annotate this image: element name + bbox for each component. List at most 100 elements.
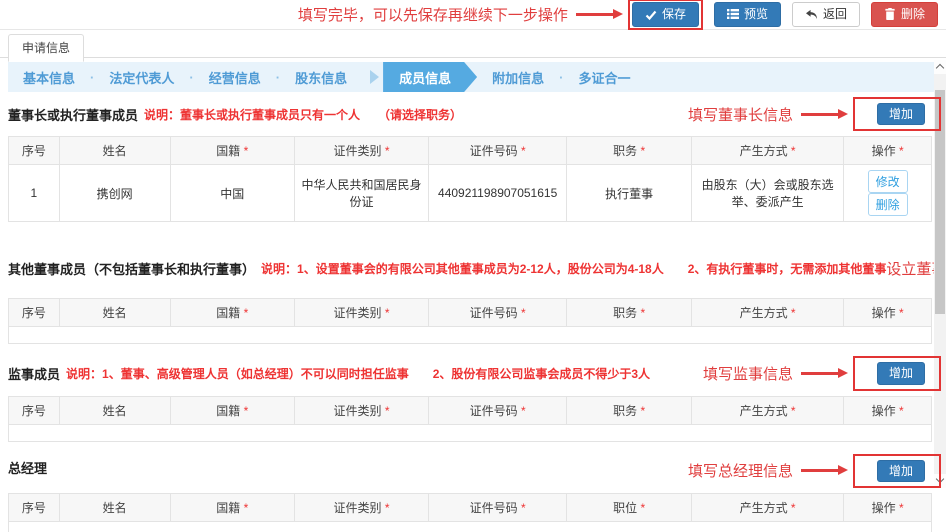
column-header: 证件类别 * bbox=[295, 396, 429, 424]
column-header: 操作 * bbox=[844, 137, 932, 165]
required-asterisk: * bbox=[240, 144, 248, 158]
step-shareholder-info[interactable]: 股东信息 bbox=[280, 62, 362, 92]
section-title: 监事成员 bbox=[8, 364, 60, 383]
required-asterisk: * bbox=[788, 404, 796, 418]
column-header: 证件类别 * bbox=[295, 493, 429, 521]
section-title: 总经理 bbox=[8, 454, 47, 477]
table-header-row: 序号姓名国籍 *证件类别 *证件号码 *职务 *产生方式 *操作 * bbox=[9, 396, 932, 424]
add-chairman-highlight-box: 增加 bbox=[853, 97, 941, 131]
required-asterisk: * bbox=[518, 501, 526, 515]
save-button-label: 保存 bbox=[662, 7, 686, 21]
column-header: 国籍 * bbox=[170, 137, 295, 165]
column-header: 姓名 bbox=[59, 137, 170, 165]
column-header: 序号 bbox=[9, 137, 60, 165]
annotation-arrow-right bbox=[801, 372, 839, 375]
annotation-arrow-right bbox=[801, 113, 839, 116]
tab-bar: 申请信息 bbox=[0, 30, 946, 58]
general-manager-table: 序号姓名国籍 *证件类别 *证件号码 *职位 *产生方式 *操作 * bbox=[8, 493, 932, 532]
delete-button[interactable]: 删除 bbox=[871, 2, 938, 26]
return-arrow-icon bbox=[805, 9, 818, 20]
section-title: 其他董事成员（不包括董事长和执行董事） bbox=[8, 259, 255, 278]
column-header: 证件号码 * bbox=[428, 493, 566, 521]
column-header: 职位 * bbox=[567, 493, 692, 521]
toolbar: 填写完毕，可以先保存再继续下一步操作 保存 预览 返回 删除 bbox=[0, 0, 946, 30]
column-header: 序号 bbox=[9, 396, 60, 424]
required-asterisk: * bbox=[240, 404, 248, 418]
empty-row bbox=[9, 424, 932, 441]
required-asterisk: * bbox=[518, 404, 526, 418]
step-additional-info[interactable]: 附加信息 bbox=[477, 62, 559, 92]
column-header: 序号 bbox=[9, 493, 60, 521]
required-asterisk: * bbox=[896, 144, 904, 158]
content: 董事长或执行董事成员 说明：董事长或执行董事成员只有一个人 （请选择职务） 填写… bbox=[8, 97, 932, 532]
scroll-up-arrow-icon[interactable] bbox=[934, 60, 946, 74]
step-business-info[interactable]: 经营信息 bbox=[194, 62, 276, 92]
column-header: 产生方式 * bbox=[691, 299, 843, 327]
section-general-manager: 总经理 填写总经理信息 增加 bbox=[8, 454, 932, 488]
required-asterisk: * bbox=[240, 501, 248, 515]
column-header: 操作 * bbox=[844, 396, 932, 424]
back-button[interactable]: 返回 bbox=[792, 2, 860, 26]
back-button-label: 返回 bbox=[823, 7, 847, 21]
add-supervisor-button[interactable]: 增加 bbox=[877, 362, 925, 384]
check-icon bbox=[645, 9, 657, 21]
column-header: 国籍 * bbox=[170, 396, 295, 424]
preview-button[interactable]: 预览 bbox=[714, 2, 781, 26]
table-cell: 由股东（大）会或股东选举、委派产生 bbox=[691, 165, 843, 222]
annotation-arrow-right bbox=[576, 13, 614, 16]
column-header: 证件号码 * bbox=[428, 299, 566, 327]
trash-icon bbox=[884, 8, 896, 20]
add-general-manager-button[interactable]: 增加 bbox=[877, 460, 925, 482]
add-supervisor-highlight-box: 增加 bbox=[853, 356, 941, 390]
section-note: 说明：1、董事、高级管理人员（如总经理）不可以同时担任监事 2、股份有限公司监事… bbox=[66, 365, 650, 382]
column-header: 证件号码 * bbox=[428, 396, 566, 424]
table-cell: 中华人民共和国居民身份证 bbox=[295, 165, 429, 222]
annotation-arrow-right bbox=[801, 469, 839, 472]
edit-button[interactable]: 修改 bbox=[868, 170, 908, 193]
step-basic-info[interactable]: 基本信息 bbox=[8, 62, 90, 92]
scrollbar-track[interactable] bbox=[934, 74, 946, 474]
required-asterisk: * bbox=[382, 404, 390, 418]
column-header: 职务 * bbox=[567, 299, 692, 327]
required-asterisk: * bbox=[382, 144, 390, 158]
step-member-info-active[interactable]: 成员信息 bbox=[383, 62, 477, 92]
list-icon bbox=[727, 8, 739, 20]
step-multi-license[interactable]: 多证合一 bbox=[563, 62, 645, 92]
table-cell: 中国 bbox=[170, 165, 295, 222]
page: 填写完毕，可以先保存再继续下一步操作 保存 预览 返回 删除 申请信息 基本信息… bbox=[0, 0, 946, 532]
table-cell: 440921198907051615 bbox=[428, 165, 566, 222]
save-highlight-box: 保存 bbox=[628, 0, 703, 30]
add-chairman-annotation: 填写董事长信息 bbox=[688, 104, 793, 125]
column-header: 职务 * bbox=[567, 396, 692, 424]
column-header: 国籍 * bbox=[170, 299, 295, 327]
required-asterisk: * bbox=[518, 306, 526, 320]
section-chairman: 董事长或执行董事成员 说明：董事长或执行董事成员只有一个人 （请选择职务） 填写… bbox=[8, 97, 932, 131]
column-header: 产生方式 * bbox=[691, 396, 843, 424]
add-chairman-button[interactable]: 增加 bbox=[877, 103, 925, 125]
delete-row-button[interactable]: 删除 bbox=[868, 193, 908, 216]
required-asterisk: * bbox=[637, 306, 645, 320]
column-header: 职务 * bbox=[567, 137, 692, 165]
column-header: 产生方式 * bbox=[691, 493, 843, 521]
required-asterisk: * bbox=[896, 501, 904, 515]
preview-button-label: 预览 bbox=[744, 7, 768, 21]
required-asterisk: * bbox=[788, 501, 796, 515]
step-nav: 基本信息 · 法定代表人 · 经营信息 · 股东信息 成员信息 附加信息 · 多… bbox=[8, 62, 938, 92]
section-other-directors: 其他董事成员（不包括董事长和执行董事） 说明：1、设置董事会的有限公司其他董事成… bbox=[8, 244, 932, 293]
required-asterisk: * bbox=[240, 306, 248, 320]
table-cell: 1 bbox=[9, 165, 60, 222]
supervisors-table: 序号姓名国籍 *证件类别 *证件号码 *职务 *产生方式 *操作 * bbox=[8, 396, 932, 442]
section-note: 说明：董事长或执行董事成员只有一个人 （请选择职务） bbox=[144, 106, 462, 123]
tab-application-info[interactable]: 申请信息 bbox=[8, 34, 84, 62]
table-row: 1携创网中国中华人民共和国居民身份证440921198907051615执行董事… bbox=[9, 165, 932, 222]
required-asterisk: * bbox=[788, 306, 796, 320]
section-title: 董事长或执行董事成员 bbox=[8, 105, 138, 124]
column-header: 姓名 bbox=[59, 299, 170, 327]
step-legal-representative[interactable]: 法定代表人 bbox=[94, 62, 189, 92]
column-header: 姓名 bbox=[59, 493, 170, 521]
column-header: 操作 * bbox=[844, 299, 932, 327]
save-button[interactable]: 保存 bbox=[632, 2, 699, 26]
add-general-manager-annotation: 填写总经理信息 bbox=[688, 460, 793, 481]
empty-row bbox=[9, 521, 932, 532]
required-asterisk: * bbox=[896, 404, 904, 418]
